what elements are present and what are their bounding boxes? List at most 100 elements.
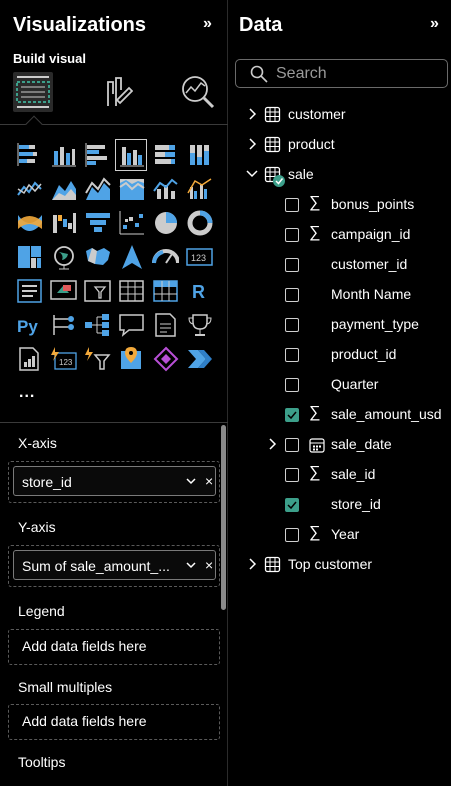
qa-visual-icon[interactable] bbox=[117, 311, 145, 339]
build-visual-tab[interactable] bbox=[13, 72, 53, 112]
clustered-bar-chart-icon[interactable] bbox=[83, 141, 111, 169]
more-visuals-button[interactable]: ... bbox=[19, 384, 35, 402]
python-visual-icon[interactable]: Py bbox=[15, 311, 43, 339]
waterfall-chart-icon[interactable] bbox=[49, 209, 77, 237]
field-row[interactable]: ∑ Year bbox=[229, 520, 451, 550]
slicer-icon[interactable] bbox=[83, 277, 111, 305]
tooltips-label: Tooltips bbox=[18, 754, 66, 770]
power-apps-map-icon[interactable] bbox=[117, 345, 145, 373]
treemap-icon[interactable] bbox=[15, 243, 43, 271]
kpi-icon[interactable] bbox=[49, 277, 77, 305]
funnel-chart-icon[interactable] bbox=[83, 209, 111, 237]
power-automate-icon[interactable] bbox=[185, 345, 213, 373]
100-stacked-column-chart-icon[interactable] bbox=[185, 141, 213, 169]
field-row[interactable]: ∑ sale_id bbox=[229, 460, 451, 490]
chevron-down-icon[interactable] bbox=[186, 561, 196, 569]
legend-well[interactable]: Add data fields here bbox=[8, 629, 220, 665]
map-globe-icon[interactable] bbox=[49, 243, 77, 271]
scatter-chart-icon[interactable] bbox=[117, 209, 145, 237]
field-checkbox[interactable] bbox=[285, 438, 299, 452]
filled-map-icon[interactable] bbox=[83, 243, 111, 271]
chevron-right-icon[interactable] bbox=[247, 138, 257, 150]
svg-text:123: 123 bbox=[59, 358, 73, 367]
collapse-data-button[interactable]: » bbox=[430, 15, 439, 33]
stacked-bar-chart-icon[interactable] bbox=[15, 141, 43, 169]
table-row-top-customer[interactable]: Top customer bbox=[229, 550, 451, 580]
field-name: store_id bbox=[331, 496, 381, 512]
legend-label: Legend bbox=[18, 603, 65, 619]
table-row-product[interactable]: product bbox=[229, 130, 451, 160]
key-influencers-icon[interactable] bbox=[49, 311, 77, 339]
x-axis-field-pill[interactable]: store_id × bbox=[13, 466, 216, 496]
chevron-down-icon[interactable] bbox=[246, 168, 258, 178]
table-row-sale[interactable]: sale bbox=[229, 160, 451, 190]
field-checkbox[interactable] bbox=[285, 348, 299, 362]
clustered-column-chart-icon[interactable] bbox=[115, 139, 147, 171]
y-axis-well[interactable]: Sum of sale_amount_... × bbox=[8, 545, 220, 587]
field-checkbox[interactable] bbox=[285, 318, 299, 332]
power-automate-card-icon[interactable]: 123 bbox=[49, 345, 77, 373]
remove-field-icon[interactable]: × bbox=[205, 557, 213, 573]
line-and-clustered-column-chart-icon[interactable] bbox=[185, 175, 213, 203]
field-row[interactable]: ∑ sale_amount_usd bbox=[229, 400, 451, 430]
sum-sigma-icon: ∑ bbox=[309, 194, 321, 211]
field-row[interactable]: customer_id bbox=[229, 250, 451, 280]
field-row[interactable]: Month Name bbox=[229, 280, 451, 310]
pie-chart-icon[interactable] bbox=[151, 209, 179, 237]
ribbon-chart-icon[interactable] bbox=[15, 209, 43, 237]
field-row[interactable]: Quarter bbox=[229, 370, 451, 400]
field-checkbox-checked[interactable] bbox=[285, 408, 299, 422]
stacked-area-chart-icon[interactable] bbox=[83, 175, 111, 203]
small-multiples-well[interactable]: Add data fields here bbox=[8, 704, 220, 740]
field-row[interactable]: ∑ campaign_id bbox=[229, 220, 451, 250]
y-axis-field-pill[interactable]: Sum of sale_amount_... × bbox=[13, 550, 216, 580]
area-chart-icon[interactable] bbox=[49, 175, 77, 203]
field-checkbox[interactable] bbox=[285, 528, 299, 542]
format-visual-tab[interactable] bbox=[98, 72, 138, 112]
chevron-right-icon[interactable] bbox=[247, 108, 257, 120]
matrix-icon[interactable] bbox=[151, 277, 179, 305]
table-icon[interactable] bbox=[117, 277, 145, 305]
donut-chart-icon[interactable] bbox=[185, 209, 213, 237]
azure-map-icon[interactable] bbox=[117, 243, 145, 271]
r-script-visual-icon[interactable]: R bbox=[185, 277, 213, 305]
field-row[interactable]: payment_type bbox=[229, 310, 451, 340]
wells-scrollbar[interactable] bbox=[221, 425, 226, 610]
sum-sigma-icon: ∑ bbox=[309, 224, 321, 241]
multi-row-card-icon[interactable] bbox=[15, 277, 43, 305]
field-checkbox[interactable] bbox=[285, 288, 299, 302]
collapse-visualizations-button[interactable]: » bbox=[203, 15, 212, 33]
field-row[interactable]: product_id bbox=[229, 340, 451, 370]
remove-field-icon[interactable]: × bbox=[205, 473, 213, 489]
field-checkbox[interactable] bbox=[285, 198, 299, 212]
stacked-column-chart-icon[interactable] bbox=[49, 141, 77, 169]
chevron-right-icon[interactable] bbox=[267, 438, 277, 450]
chevron-down-icon[interactable] bbox=[186, 477, 196, 485]
search-input[interactable]: Search bbox=[276, 65, 327, 83]
field-checkbox[interactable] bbox=[285, 378, 299, 392]
100-stacked-area-chart-icon[interactable] bbox=[117, 175, 145, 203]
field-checkbox[interactable] bbox=[285, 228, 299, 242]
search-box[interactable]: Search bbox=[235, 59, 448, 88]
card-icon[interactable]: 123 bbox=[185, 243, 213, 271]
field-checkbox[interactable] bbox=[285, 468, 299, 482]
line-and-stacked-column-chart-icon[interactable] bbox=[151, 175, 179, 203]
table-row-customer[interactable]: customer bbox=[229, 100, 451, 130]
analytics-tab[interactable] bbox=[178, 72, 218, 112]
power-apps-icon[interactable] bbox=[151, 345, 179, 373]
trophy-metrics-icon[interactable] bbox=[185, 311, 213, 339]
field-checkbox[interactable] bbox=[285, 258, 299, 272]
chevron-right-icon[interactable] bbox=[247, 558, 257, 570]
field-row[interactable]: ∑ bonus_points bbox=[229, 190, 451, 220]
gauge-icon[interactable] bbox=[151, 243, 179, 271]
decomposition-tree-icon[interactable] bbox=[83, 311, 111, 339]
power-automate-filter-icon[interactable] bbox=[83, 345, 111, 373]
line-chart-icon[interactable] bbox=[15, 175, 43, 203]
x-axis-well[interactable]: store_id × bbox=[8, 461, 220, 503]
paginated-report-icon[interactable] bbox=[15, 345, 43, 373]
100-stacked-bar-chart-icon[interactable] bbox=[151, 141, 179, 169]
field-row[interactable]: store_id bbox=[229, 490, 451, 520]
field-row[interactable]: sale_date bbox=[229, 430, 451, 460]
smart-narrative-icon[interactable] bbox=[151, 311, 179, 339]
field-checkbox-checked[interactable] bbox=[285, 498, 299, 512]
